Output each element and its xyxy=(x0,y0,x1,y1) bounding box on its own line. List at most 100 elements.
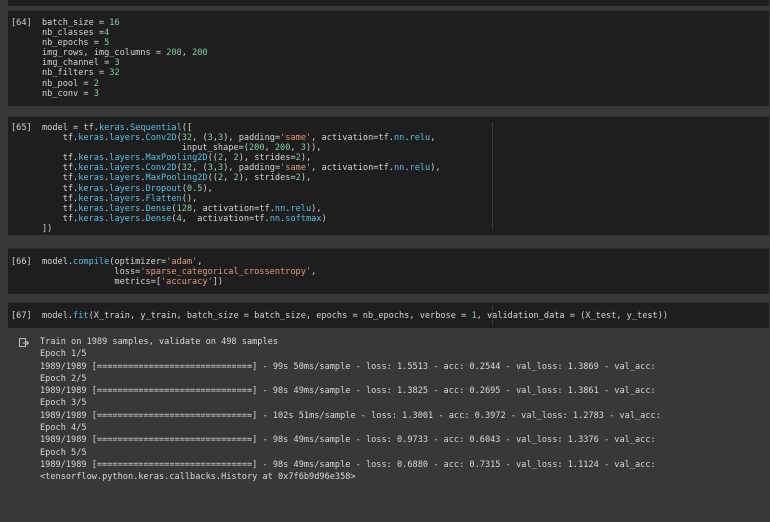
code-token: Conv2D xyxy=(145,133,177,144)
code-token: Dense xyxy=(145,203,172,214)
code-token: relu xyxy=(409,133,431,144)
code-token: nn xyxy=(274,203,286,214)
notebook: [64] batch_size = 16 nb_classes =4 nb_epoc… xyxy=(0,0,770,522)
code-token: nb_conv = xyxy=(42,88,94,99)
code-cell-66[interactable]: [66] model.compile(optimizer='adam', los… xyxy=(8,248,769,294)
code-token: model = xyxy=(42,123,84,133)
code-token: ), xyxy=(202,183,213,194)
code-token: layers xyxy=(109,193,141,204)
code-token: tf. xyxy=(42,173,79,184)
code-token: model. xyxy=(42,257,74,267)
code-token: layers xyxy=(109,163,141,174)
code-token: 3 xyxy=(114,58,120,69)
code-token: , activation=tf. xyxy=(311,133,394,144)
code-token: nn xyxy=(393,163,405,174)
output-line: <tensorflow.python.keras.callbacks.Histo… xyxy=(40,472,356,483)
code-line: tf.keras.layers.Conv2D(32, (3,3), paddin… xyxy=(42,133,441,143)
code-line: batch_size = 16 xyxy=(42,18,208,28)
code-token: , xyxy=(223,153,234,164)
code-token: , xyxy=(430,133,436,144)
code-token: keras xyxy=(78,213,105,224)
previous-cell-edge xyxy=(8,0,769,6)
cell-prompt: [67] xyxy=(11,311,32,321)
code-line: tf.keras.layers.Dense(4, activation=tf.n… xyxy=(42,214,441,224)
code-token: model. xyxy=(42,311,74,321)
code-cell-67[interactable]: [67] model.fit(X_train, y_train, batch_s… xyxy=(8,302,769,328)
code-token: ) xyxy=(321,213,327,224)
code-line: ]) xyxy=(42,224,441,234)
code-token: tf. xyxy=(42,203,79,214)
output-line: Epoch 3/5 xyxy=(40,398,87,409)
code-token: nb_filters = xyxy=(42,68,110,79)
code-token: img_channel = xyxy=(42,58,115,69)
code-token: 'sparse_categorical_crossentropy' xyxy=(140,267,312,278)
code-token: keras xyxy=(78,193,105,204)
code-token: layers xyxy=(109,213,141,224)
code-token: ), xyxy=(430,163,441,174)
cell-output: Train on 1989 samples, validate on 498 s… xyxy=(8,333,769,522)
code-token: 'same' xyxy=(280,163,312,174)
cell-prompt: [64] xyxy=(11,18,32,28)
code-line: tf.keras.layers.Flatten(), xyxy=(42,194,441,204)
code-line: loss='sparse_categorical_crossentropy', xyxy=(42,267,316,277)
code-token: tf. xyxy=(42,213,79,224)
code-token: img_rows, img_columns = xyxy=(42,48,167,59)
code-token: ), padding= xyxy=(223,163,281,174)
code-token: ), xyxy=(300,173,312,184)
code-token: 128 xyxy=(176,203,193,214)
code-token: 16 xyxy=(109,18,120,28)
code-token: 200 xyxy=(248,143,265,154)
output-line: Epoch 4/5 xyxy=(40,423,87,434)
indent-guide xyxy=(492,123,493,229)
code-line: tf.keras.layers.Conv2D(32, (3,3), paddin… xyxy=(42,163,441,173)
code-token: keras xyxy=(78,173,105,184)
code-line: nb_filters = 32 xyxy=(42,68,208,78)
cell-code[interactable]: model.compile(optimizer='adam', loss='sp… xyxy=(42,257,316,287)
code-line: nb_epochs = 5 xyxy=(42,38,208,48)
code-line: tf.keras.layers.MaxPooling2D((2, 2), str… xyxy=(42,153,441,163)
code-line: tf.keras.layers.Dense(128, activation=tf… xyxy=(42,204,441,214)
code-token: 'accuracy' xyxy=(161,277,213,288)
code-token: input_shape=( xyxy=(42,143,249,154)
output-line: 1989/1989 [=============================… xyxy=(40,361,656,372)
code-token: 32 xyxy=(181,163,193,174)
code-token: 32 xyxy=(181,133,193,144)
code-token: layers xyxy=(109,203,141,214)
code-token: 3 xyxy=(93,88,99,99)
output-arrow-icon[interactable] xyxy=(19,338,29,348)
code-token: layers xyxy=(109,183,141,194)
code-token: 4 xyxy=(104,28,110,39)
code-token: layers xyxy=(109,153,141,164)
code-line: input_shape=(200, 200, 3)), xyxy=(42,143,441,153)
code-token: , activation=tf. xyxy=(192,203,275,214)
code-token: keras xyxy=(78,163,105,174)
output-line: 1989/1989 [=============================… xyxy=(40,435,656,446)
code-token: ), strides= xyxy=(238,153,296,164)
code-token: Conv2D xyxy=(145,163,177,174)
code-token: keras xyxy=(78,153,105,164)
code-token: )), xyxy=(305,143,322,154)
code-cell-65[interactable]: [65] model = tf.keras.Sequential([ tf.ke… xyxy=(8,116,769,235)
output-line: 1989/1989 [=============================… xyxy=(40,410,661,421)
code-token: , ( xyxy=(192,163,208,174)
code-cell-64[interactable]: [64] batch_size = 16 nb_classes =4 nb_epoc… xyxy=(8,10,769,106)
code-token: nb_classes = xyxy=(42,28,105,39)
cell-code[interactable]: model.fit(X_train, y_train, batch_size =… xyxy=(42,311,668,321)
code-token: nb_epochs = xyxy=(42,38,105,49)
code-line: nb_conv = 3 xyxy=(42,89,208,99)
code-token: , xyxy=(264,143,275,154)
cell-prompt: [65] xyxy=(11,123,32,133)
code-token: (( xyxy=(207,153,218,164)
code-token: tf xyxy=(83,123,94,133)
code-token: 5 xyxy=(104,38,110,49)
code-line: nb_classes =4 xyxy=(42,28,208,38)
cell-code[interactable]: batch_size = 16 nb_classes =4 nb_epochs = … xyxy=(42,18,208,99)
code-line: model = tf.keras.Sequential([ xyxy=(42,123,441,133)
code-token: tf. xyxy=(42,183,79,194)
code-token: 'same' xyxy=(280,133,312,144)
code-token: metrics=[ xyxy=(42,277,161,288)
code-token: tf. xyxy=(42,133,79,144)
cell-code[interactable]: model = tf.keras.Sequential([ tf.keras.l… xyxy=(42,123,441,234)
code-token: 32 xyxy=(109,68,120,79)
code-token: (X_train, y_train, batch_size = batch_si… xyxy=(88,311,472,321)
